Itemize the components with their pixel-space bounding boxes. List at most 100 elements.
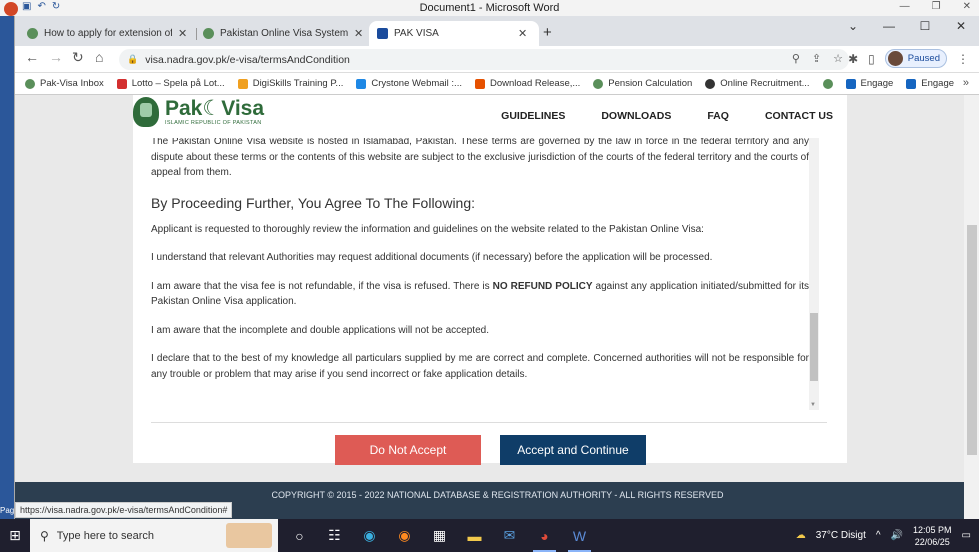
accept-and-continue-button[interactable]: Accept and Continue [500, 435, 646, 465]
bookmark-engage-2[interactable]: Engage [906, 78, 954, 89]
tab-pak-visa[interactable]: PAK VISA ✕ [369, 21, 539, 46]
site-nav: GUIDELINES DOWNLOADS FAQ CONTACT US [501, 110, 833, 122]
logo-brand: Pak☾Visa [165, 97, 265, 120]
bookmark-engage-1[interactable]: Engage [845, 78, 893, 89]
word-taskbar-icon[interactable]: W [562, 519, 597, 552]
address-bar[interactable]: 🔒 visa.nadra.gov.pk/e-visa/termsAndCondi… [119, 49, 849, 70]
link-status-url: https://visa.nadra.gov.pk/e-visa/termsAn… [15, 502, 233, 518]
bookmark-crystone-webmail[interactable]: Crystone Webmail :... [356, 78, 462, 89]
tab-search-icon[interactable]: ⌄ [835, 16, 871, 38]
word-restore-icon[interactable]: ❐ [932, 1, 941, 12]
bookmark-favicon-icon [474, 78, 485, 89]
zoom-icon[interactable]: ⚲ [792, 52, 800, 65]
word-close-icon[interactable]: ✕ [963, 1, 971, 12]
side-panel-icon[interactable]: ▯ [868, 52, 875, 66]
bookmark-globe[interactable] [822, 78, 833, 89]
terms-card: The Pakistan Online Visa website is host… [133, 138, 847, 465]
pak-visa-logo[interactable]: Pak☾Visa ISLAMIC REPUBLIC OF PAKISTAN [133, 97, 264, 127]
profile-paused-button[interactable]: Paused [884, 49, 947, 68]
bookmark-download-release[interactable]: Download Release,... [474, 78, 580, 89]
terms-jurisdiction-paragraph: The Pakistan Online Visa website is host… [151, 138, 809, 178]
extensions-icon[interactable]: ✱ [848, 52, 858, 66]
weather-icon[interactable]: ☁ [796, 530, 806, 541]
lock-icon[interactable]: 🔒 [127, 54, 138, 65]
browser-window-controls: ⌄ — ☐ ✕ [835, 16, 979, 38]
weather-text[interactable]: 37°C Disigt [816, 530, 866, 541]
chrome-icon[interactable]: ◕ [527, 519, 562, 552]
address-url: visa.nadra.gov.pk/e-visa/termsAndConditi… [145, 53, 350, 66]
share-icon[interactable]: ⇪ [812, 52, 821, 65]
notifications-icon[interactable]: ▭ [962, 530, 971, 541]
word-window-title: Document1 - Microsoft Word [419, 2, 560, 14]
bookmark-pak-visa-inbox[interactable]: Pak-Visa Inbox [25, 78, 104, 89]
mail-icon[interactable]: ✉ [492, 519, 527, 552]
terms-scrollbar-thumb[interactable] [810, 313, 818, 381]
bookmark-favicon-icon [593, 78, 604, 89]
task-view-icon[interactable]: ○ [282, 519, 317, 552]
windows-start-icon[interactable]: ⊞ [0, 519, 30, 552]
bookmark-label: Lotto – Spela på Lot... [131, 78, 225, 89]
terms-item: I understand that relevant Authorities m… [151, 252, 713, 263]
bookmark-lotto[interactable]: Lotto – Spela på Lot... [116, 78, 225, 89]
bookmark-label: Crystone Webmail :... [371, 78, 462, 89]
page-viewport: Pak☾Visa ISLAMIC REPUBLIC OF PAKISTAN GU… [15, 95, 979, 519]
bookmark-favicon-icon [25, 78, 35, 89]
bookmark-favicon-icon [705, 78, 716, 89]
tab-online-visa-system[interactable]: Pakistan Online Visa System - Go ✕ [195, 21, 371, 46]
nav-faq[interactable]: FAQ [707, 110, 729, 122]
forward-icon[interactable]: → [49, 49, 63, 65]
taskbar-clock[interactable]: 12:05 PM 22/06/25 [913, 524, 952, 548]
tray-overflow-icon[interactable]: ^ [876, 530, 881, 541]
word-minimize-icon[interactable]: — [900, 1, 910, 12]
taskbar-search[interactable]: ⚲ Type here to search [30, 519, 278, 552]
no-refund-policy-emphasis: NO REFUND POLICY [492, 280, 593, 292]
tab-favicon-icon [203, 28, 214, 39]
scroll-down-arrow-icon[interactable]: ▼ [810, 402, 816, 408]
bookmark-star-icon[interactable]: ☆ [833, 52, 843, 65]
terms-item: I am aware that the incomplete and doubl… [151, 324, 489, 336]
do-not-accept-button[interactable]: Do Not Accept [335, 435, 481, 465]
page-scrollbar[interactable] [964, 95, 979, 519]
store-icon[interactable]: ▦ [422, 519, 457, 552]
nav-contact-us[interactable]: CONTACT US [765, 110, 833, 122]
tab-close-icon[interactable]: ✕ [178, 27, 187, 40]
minimize-icon[interactable]: — [871, 16, 907, 38]
tab-close-icon[interactable]: ✕ [354, 27, 363, 40]
menu-kebab-icon[interactable]: ⋮ [957, 52, 969, 66]
terms-item: Applicant is requested to thoroughly rev… [151, 223, 704, 235]
terms-heading: By Proceeding Further, You Agree To The … [151, 194, 476, 211]
new-tab-icon[interactable]: + [543, 24, 552, 41]
close-icon[interactable]: ✕ [943, 16, 979, 38]
widgets-icon[interactable]: ☷ [317, 519, 352, 552]
firefox-icon[interactable]: ◉ [387, 519, 422, 552]
bookmark-favicon-icon [237, 78, 248, 89]
bookmarks-overflow-icon[interactable]: » [963, 77, 969, 89]
bookmark-digiskills[interactable]: DigiSkills Training P... [237, 78, 344, 89]
nav-downloads[interactable]: DOWNLOADS [601, 110, 671, 122]
browser-window: How to apply for extension of Vi ✕ Pakis… [14, 16, 979, 519]
bookmark-online-recruitment[interactable]: Online Recruitment... [705, 78, 810, 89]
maximize-icon[interactable]: ☐ [907, 16, 943, 38]
page-scrollbar-thumb[interactable] [967, 225, 977, 455]
taskbar-search-placeholder: Type here to search [56, 529, 155, 542]
bookmark-label: Pension Calculation [608, 78, 693, 89]
terms-item: I declare that to the best of my knowled… [151, 353, 809, 380]
nav-guidelines[interactable]: GUIDELINES [501, 110, 565, 122]
terms-scrollbar[interactable]: ▼ [809, 138, 819, 410]
site-header: Pak☾Visa ISLAMIC REPUBLIC OF PAKISTAN GU… [133, 95, 847, 138]
bookmark-pension-calculation[interactable]: Pension Calculation [593, 78, 692, 89]
clock-date: 22/06/25 [914, 536, 950, 547]
tab-visa-extension[interactable]: How to apply for extension of Vi ✕ [19, 21, 195, 46]
back-icon[interactable]: ← [25, 49, 39, 65]
volume-icon[interactable]: 🔊 [891, 530, 903, 541]
tab-strip: How to apply for extension of Vi ✕ Pakis… [15, 16, 979, 46]
home-icon[interactable]: ⌂ [95, 49, 103, 65]
file-explorer-icon[interactable]: ▬ [457, 519, 492, 552]
terms-scroll-area[interactable]: The Pakistan Online Visa website is host… [151, 138, 809, 410]
tab-close-icon[interactable]: ✕ [518, 27, 527, 40]
edge-icon[interactable]: ◉ [352, 519, 387, 552]
bookmark-favicon-icon [822, 78, 833, 89]
bookmark-label: DigiSkills Training P... [252, 78, 344, 89]
reload-icon[interactable]: ↻ [72, 49, 84, 66]
card-divider [151, 422, 827, 423]
